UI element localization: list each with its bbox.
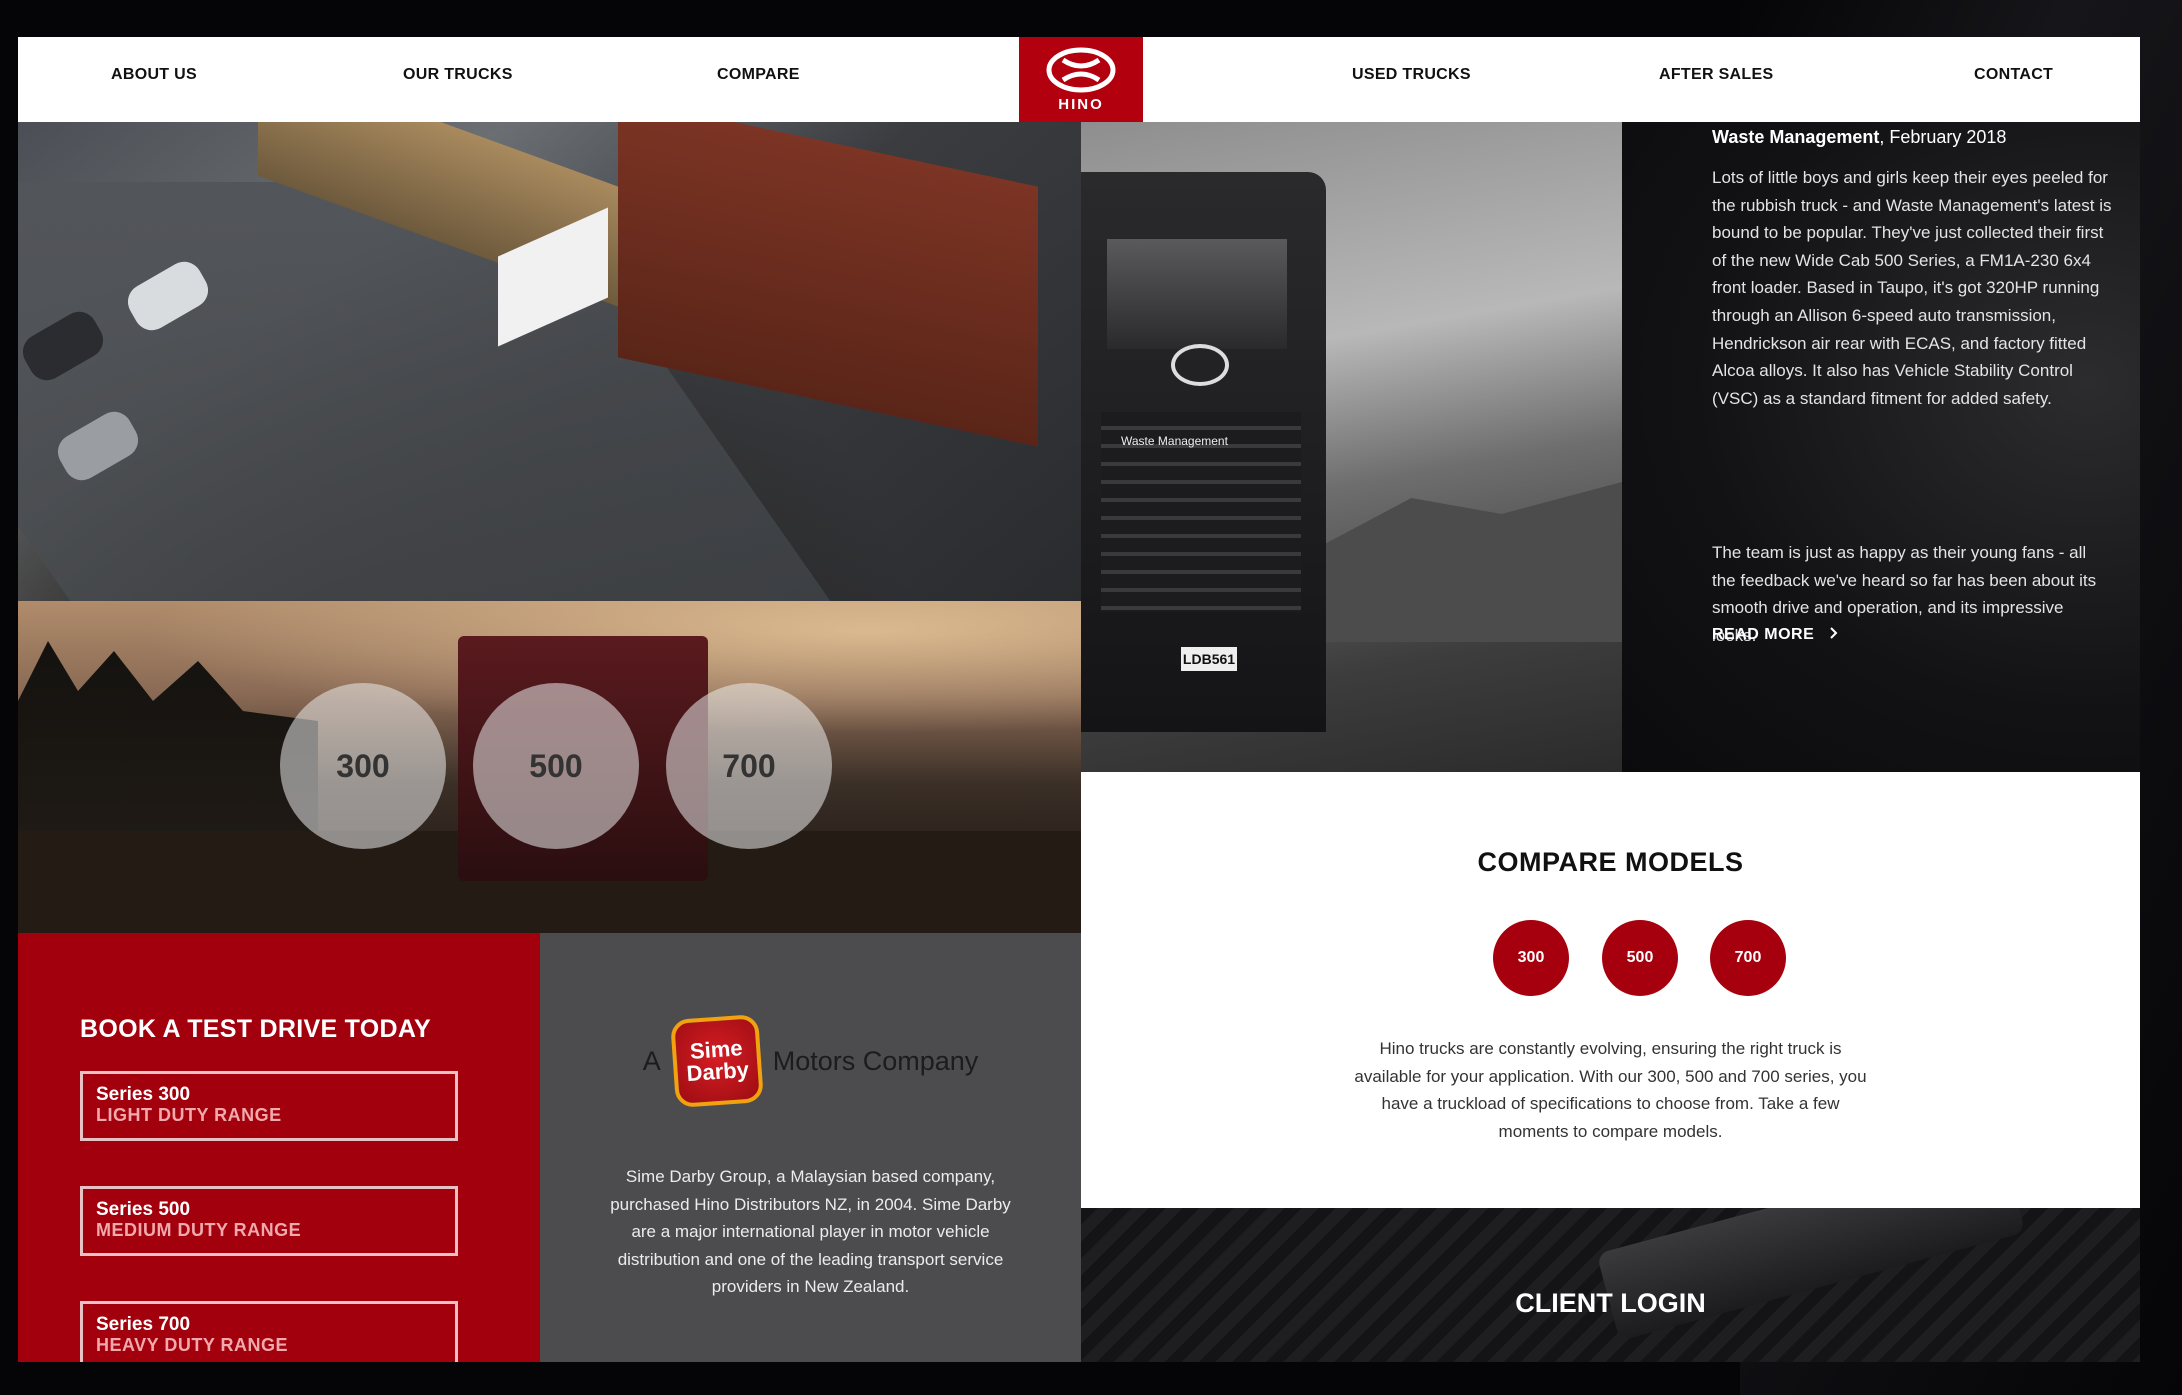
sime-darby-panel: A Sime Darby Motors Company Sime Darby G…: [540, 933, 1081, 1362]
chevron-right-icon: [1830, 627, 1838, 639]
series-range: HEAVY DUTY RANGE: [96, 1335, 289, 1355]
hino-logo[interactable]: HINO: [1019, 37, 1143, 122]
client-login-link[interactable]: CLIENT LOGIN: [1081, 1288, 2140, 1319]
sime-darby-tagline: A Sime Darby Motors Company: [540, 1014, 1081, 1108]
strap-shape: [1596, 1208, 2026, 1341]
article-heading: Waste Management, February 2018: [1712, 127, 2006, 148]
sime-darby-logo: Sime Darby: [669, 1014, 764, 1108]
test-drive-panel: BOOK A TEST DRIVE TODAY Series 300 LIGHT…: [18, 933, 540, 1362]
series-range: LIGHT DUTY RANGE: [96, 1105, 282, 1125]
compare-500-button[interactable]: 500: [1602, 920, 1678, 996]
truck-side-label: Waste Management: [1121, 434, 1228, 448]
series-range: MEDIUM DUTY RANGE: [96, 1220, 302, 1240]
hero-model-500-button[interactable]: 500: [473, 683, 639, 849]
read-more-label: READ MORE: [1712, 626, 1815, 643]
read-more-link[interactable]: READ MORE: [1712, 626, 1841, 644]
licence-plate: LDB561: [1181, 647, 1237, 671]
nav-used-trucks[interactable]: USED TRUCKS: [1352, 66, 1471, 84]
compare-models-title: COMPARE MODELS: [1477, 847, 1744, 877]
website-frame: ABOUT US OUR TRUCKS COMPARE HINO USED TR…: [18, 37, 2140, 1362]
client-login-panel: CLIENT LOGIN: [1081, 1208, 2140, 1362]
series-700-button[interactable]: Series 700 HEAVY DUTY RANGE: [80, 1301, 458, 1362]
news-article-panel: Waste Management, February 2018 Lots of …: [1622, 122, 2140, 772]
nav-compare[interactable]: COMPARE: [717, 66, 800, 84]
city-street-photo: [18, 122, 1081, 601]
compare-700-button[interactable]: 700: [1710, 920, 1786, 996]
hill-shape: [1321, 482, 1622, 642]
hero-model-300-button[interactable]: 300: [280, 683, 446, 849]
nav-about-us[interactable]: ABOUT US: [111, 66, 197, 84]
compare-description: Hino trucks are constantly evolving, ens…: [1354, 1039, 1867, 1141]
hero-model-700-button[interactable]: 700: [666, 683, 832, 849]
series-name: Series 700: [96, 1314, 191, 1335]
test-drive-title: BOOK A TEST DRIVE TODAY: [80, 1015, 431, 1043]
sime-darby-description: Sime Darby Group, a Malaysian based comp…: [610, 1167, 1011, 1297]
series-300-button[interactable]: Series 300 LIGHT DUTY RANGE: [80, 1071, 458, 1141]
compare-models-panel: COMPARE MODELS 300 500 700 Hino trucks a…: [1081, 772, 2140, 1208]
logo-line: Darby: [685, 1056, 750, 1087]
nav-contact[interactable]: CONTACT: [1974, 66, 2053, 84]
series-name: Series 500: [96, 1199, 191, 1220]
windscreen-shape: [1107, 239, 1287, 349]
compare-300-button[interactable]: 300: [1493, 920, 1569, 996]
article-company: Waste Management: [1712, 127, 1880, 147]
nav-our-trucks[interactable]: OUR TRUCKS: [403, 66, 513, 84]
tagline-prefix: A: [642, 1045, 661, 1076]
waste-truck-photo: Waste Management LDB561: [1081, 122, 1622, 772]
series-name: Series 300: [96, 1084, 191, 1105]
article-date: , February 2018: [1879, 127, 2007, 147]
hino-emblem-icon: [1046, 47, 1116, 93]
tagline-suffix: Motors Company: [772, 1045, 979, 1076]
logo-wordmark: HINO: [1058, 96, 1104, 113]
hino-emblem-icon: [1171, 344, 1229, 386]
series-500-button[interactable]: Series 500 MEDIUM DUTY RANGE: [80, 1186, 458, 1256]
top-nav: ABOUT US OUR TRUCKS COMPARE HINO USED TR…: [18, 37, 2140, 122]
article-paragraph-1: Lots of little boys and girls keep their…: [1712, 168, 2112, 408]
nav-after-sales[interactable]: AFTER SALES: [1659, 66, 1773, 84]
